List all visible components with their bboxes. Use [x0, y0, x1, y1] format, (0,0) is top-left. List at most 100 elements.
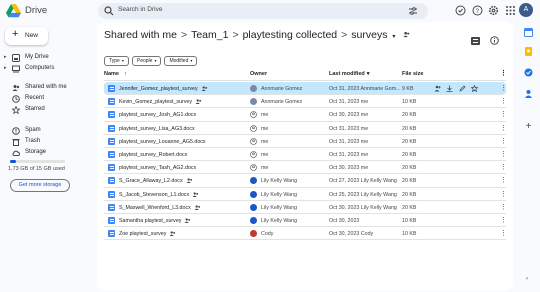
column-header-modified[interactable]: Last modified ▾ — [329, 71, 370, 77]
sidebar-item-label: Storage — [25, 149, 47, 155]
more-actions-icon[interactable]: ⋮ — [500, 137, 507, 145]
column-header-size[interactable]: File size — [402, 71, 423, 77]
filter-people[interactable]: People ▾ — [131, 56, 162, 66]
expand-caret-icon[interactable]: ▸ — [4, 54, 7, 60]
filter-modified[interactable]: Modified ▾ — [164, 56, 198, 66]
plus-icon: + — [12, 28, 19, 40]
column-header-owner[interactable]: Owner — [250, 71, 267, 77]
search-input[interactable]: Search in Drive — [118, 6, 162, 13]
filter-type[interactable]: Type ▾ — [104, 56, 129, 66]
more-actions-icon[interactable]: ⋮ — [500, 190, 507, 198]
sort-dropdown-icon[interactable]: ▾ — [367, 71, 370, 77]
sidebar-item-spam[interactable]: Spam — [0, 126, 90, 136]
table-row[interactable]: Samantha playtest_survey Lily Kelly Wang… — [104, 214, 507, 228]
account-avatar[interactable]: A — [519, 3, 533, 17]
sidebar-item-starred[interactable]: Starred — [0, 105, 90, 115]
download-icon[interactable] — [446, 85, 453, 92]
file-name[interactable]: S_Grace_Allaway_L2.docx — [119, 178, 193, 184]
list-view-icon[interactable] — [470, 37, 480, 45]
tasks-icon[interactable] — [524, 68, 533, 77]
app-name[interactable]: Drive — [25, 5, 47, 16]
more-actions-icon[interactable]: ⋮ — [500, 124, 507, 132]
file-name[interactable]: S_Jacob_Stevenson_L1.docx — [119, 192, 199, 198]
apps-grid-icon[interactable] — [505, 5, 516, 16]
file-modified: Oct 30, 2023 me — [329, 165, 369, 172]
table-row[interactable]: playtest_survey_Josh_AG1.docx me Oct 30,… — [104, 108, 507, 122]
file-modified: Oct 30, 2023 — [329, 217, 360, 224]
sidebar-item-recent[interactable]: Recent — [0, 94, 90, 104]
expand-caret-icon[interactable]: ▸ — [4, 65, 7, 71]
table-row[interactable]: S_Jacob_Stevenson_L1.docx Lily Kelly Wan… — [104, 188, 507, 201]
more-actions-icon[interactable]: ⋮ — [500, 97, 507, 105]
table-row[interactable]: S_Maxwell_Wrenford_L3.docx Lily Kelly Wa… — [104, 201, 507, 214]
sidebar-item-shared[interactable]: Shared with me — [0, 83, 90, 93]
storage-usage-bar — [10, 160, 65, 163]
more-actions-icon[interactable]: ⋮ — [500, 229, 507, 237]
file-size: 20 KB — [402, 178, 417, 185]
sidebar-item-computers[interactable]: ▸ Computers — [0, 64, 90, 74]
table-row[interactable]: Jennifer_Gomez_playtest_survey Annmarie … — [104, 82, 507, 96]
folder-menu-chevron-icon[interactable]: ▾ — [392, 34, 395, 40]
collapse-panel-chevron-icon[interactable]: › — [526, 276, 528, 282]
breadcrumb-item[interactable]: Shared with me — [104, 29, 177, 41]
sidebar-item-trash[interactable]: Trash — [0, 137, 90, 147]
file-name[interactable]: playtest_survey_Robert.docx — [119, 152, 187, 158]
table-row[interactable]: playtest_survey_Louanne_AG5.docx me Oct … — [104, 135, 507, 148]
column-header-name[interactable]: Name ↑ — [104, 71, 127, 77]
file-name[interactable]: playtest_survey_Lisa_AG3.docx — [119, 126, 195, 132]
file-name[interactable]: playtest_survey_Josh_AG1.docx — [119, 112, 196, 118]
share-icon[interactable] — [434, 85, 441, 92]
settings-icon[interactable] — [488, 5, 499, 16]
file-name[interactable]: playtest_survey_Tash_AG2.docx — [119, 165, 196, 171]
breadcrumb-item[interactable]: Team_1 — [191, 29, 228, 41]
search-icon[interactable] — [104, 6, 114, 16]
dropdown-icon: ▾ — [154, 58, 157, 63]
table-row[interactable]: Kevin_Gomez_playtest_survey Annmarie Gom… — [104, 95, 507, 109]
table-row[interactable]: S_Grace_Allaway_L2.docx Lily Kelly Wang … — [104, 174, 507, 188]
keep-icon[interactable] — [524, 47, 533, 56]
star-icon[interactable] — [470, 84, 480, 93]
new-button[interactable]: + New — [5, 27, 48, 45]
shared-icon — [169, 231, 176, 237]
sidebar-item-my-drive[interactable]: ▸ My Drive — [0, 53, 90, 63]
rename-icon[interactable] — [459, 85, 466, 92]
sidebar-item-label: Computers — [25, 65, 55, 71]
sort-arrow-up-icon[interactable]: ↑ — [124, 71, 127, 77]
table-row[interactable]: playtest_survey_Tash_AG2.docx me Oct 30,… — [104, 161, 507, 175]
file-name[interactable]: S_Maxwell_Wrenford_L3.docx — [119, 205, 201, 211]
file-name[interactable]: playtest_survey_Louanne_AG5.docx — [119, 139, 206, 145]
calendar-icon[interactable] — [524, 28, 533, 37]
contacts-icon[interactable] — [524, 89, 533, 98]
sidebar-item-label: Recent — [25, 95, 45, 101]
more-actions-icon[interactable]: ⋮ — [500, 203, 507, 211]
table-row[interactable]: Zoe playtest_survey Cody Oct 30, 2023 Co… — [104, 227, 507, 241]
file-modified: Oct 30, 2023 me — [329, 112, 369, 119]
more-actions-icon[interactable]: ⋮ — [500, 163, 507, 171]
owner-avatar — [250, 98, 257, 106]
table-row[interactable]: playtest_survey_Lisa_AG3.docx me Oct 31,… — [104, 122, 507, 135]
more-actions-icon[interactable]: ⋮ — [500, 84, 507, 92]
breadcrumb-item[interactable]: playtesting collected — [243, 29, 338, 41]
offline-status-icon[interactable] — [455, 5, 466, 16]
add-addon-icon[interactable]: + — [524, 122, 533, 132]
breadcrumb-current-folder[interactable]: surveys — [351, 29, 387, 41]
more-actions-icon[interactable]: ⋮ — [500, 176, 507, 184]
sidebar-item-storage[interactable]: Storage — [0, 148, 90, 158]
shared-icon — [201, 86, 207, 92]
info-icon[interactable] — [490, 36, 499, 45]
more-actions-icon[interactable]: ⋮ — [500, 150, 507, 158]
get-more-storage-button[interactable]: Get more storage — [10, 179, 70, 192]
more-options-icon[interactable]: ⋮ — [500, 69, 507, 77]
drive-logo-icon[interactable] — [6, 4, 21, 18]
search-options-icon[interactable] — [408, 6, 418, 16]
file-name[interactable]: Samantha playtest_survey — [119, 218, 191, 224]
file-name[interactable]: Zoe playtest_survey — [119, 231, 176, 237]
search-bar[interactable]: Search in Drive — [98, 3, 428, 19]
file-name[interactable]: Jennifer_Gomez_playtest_survey — [119, 86, 208, 92]
more-actions-icon[interactable]: ⋮ — [500, 216, 507, 224]
table-row[interactable]: playtest_survey_Robert.docx me Oct 31, 2… — [104, 148, 507, 162]
file-name[interactable]: Kevin_Gomez_playtest_survey — [119, 99, 202, 105]
more-actions-icon[interactable]: ⋮ — [500, 110, 507, 118]
shared-icon — [192, 191, 199, 197]
help-icon[interactable]: ? — [472, 5, 483, 16]
